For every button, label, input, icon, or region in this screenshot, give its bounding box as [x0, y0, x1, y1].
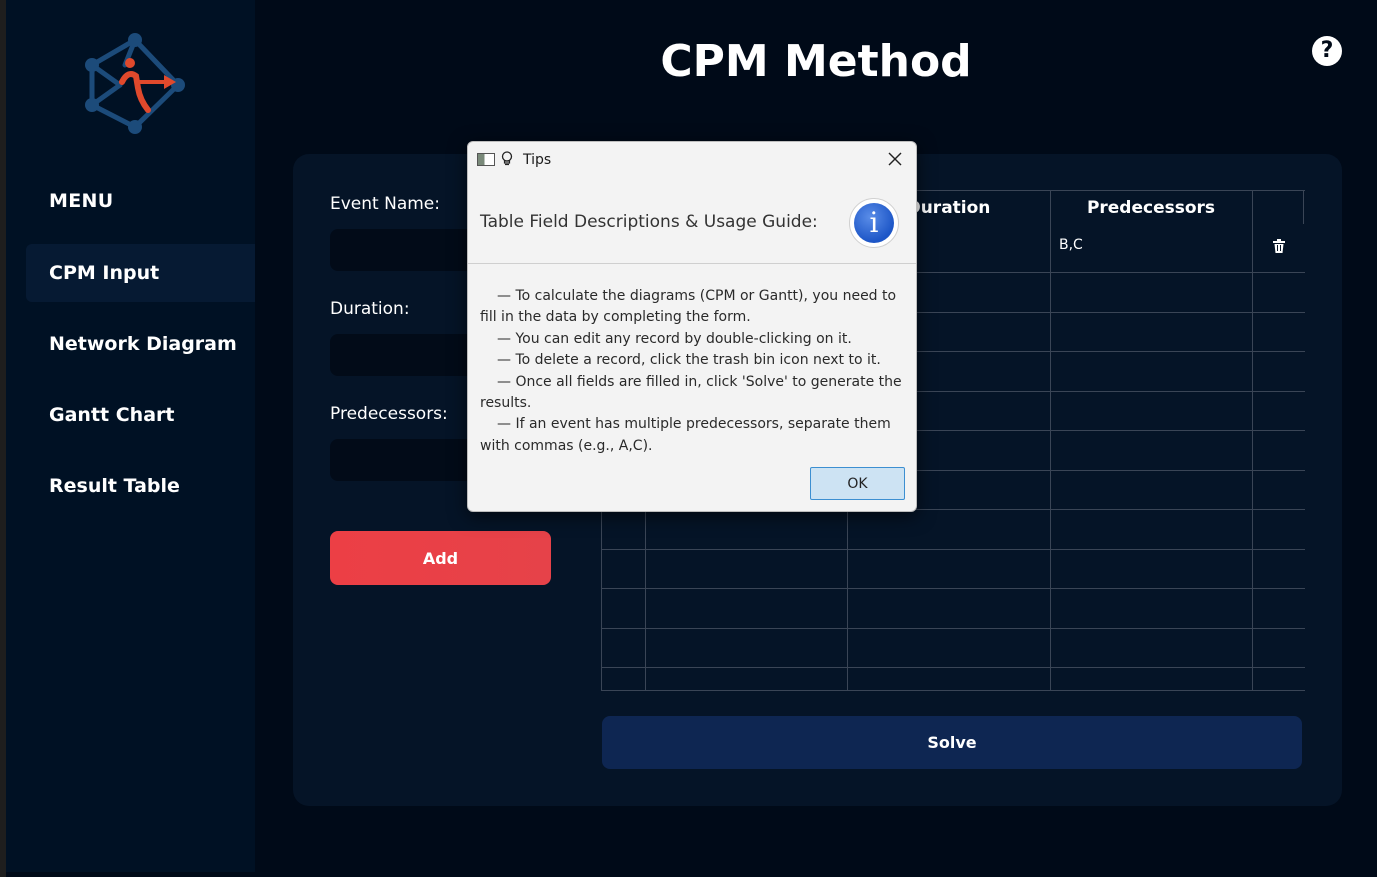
event-name-label: Event Name:	[330, 194, 440, 214]
duration-label: Duration:	[330, 299, 410, 319]
tip-line: — To calculate the diagrams (CPM or Gant…	[480, 288, 897, 326]
tip-line: — Once all fields are filled in, click '…	[480, 373, 902, 412]
sidebar: MENU CPM Input Network Diagram Gantt Cha…	[6, 0, 255, 872]
lightbulb-icon	[501, 151, 513, 170]
table-divider	[1303, 190, 1304, 224]
menu-title: MENU	[49, 190, 114, 212]
table-row-divider	[601, 588, 1305, 589]
table-row-divider	[601, 628, 1305, 629]
solve-button[interactable]: Solve	[602, 716, 1302, 769]
table-divider	[1050, 190, 1051, 691]
sidebar-item-cpm-input[interactable]: CPM Input	[26, 244, 255, 302]
column-header-predecessors[interactable]: Predecessors	[1050, 198, 1252, 218]
tip-line: — To delete a record, click the trash bi…	[497, 352, 881, 369]
info-icon: i	[849, 198, 899, 248]
trash-icon[interactable]	[1273, 239, 1285, 257]
app-logo	[85, 33, 185, 134]
sidebar-item-result-table[interactable]: Result Table	[26, 457, 255, 515]
add-button[interactable]: Add	[330, 531, 551, 585]
ok-button[interactable]: OK	[810, 467, 905, 500]
cell-predecessors: B,C	[1059, 237, 1083, 253]
dialog-body: — To calculate the diagrams (CPM or Gant…	[480, 286, 908, 457]
table-row-divider	[601, 690, 1305, 691]
page-title: CPM Method	[660, 36, 972, 87]
tip-line: — If an event has multiple predecessors,…	[480, 416, 891, 454]
table-row-divider	[601, 549, 1305, 550]
table-divider	[1252, 190, 1253, 691]
predecessors-label: Predecessors:	[330, 404, 448, 424]
dialog-titlebar[interactable]: Tips	[468, 142, 916, 178]
window-icon	[477, 153, 495, 166]
tips-dialog: Tips Table Field Descriptions & Usage Gu…	[467, 141, 917, 512]
sidebar-item-network-diagram[interactable]: Network Diagram	[26, 315, 255, 373]
info-icon-glyph: i	[854, 203, 894, 243]
help-icon[interactable]: ?	[1312, 36, 1342, 66]
dialog-header-text: Table Field Descriptions & Usage Guide:	[480, 212, 818, 232]
tip-line: — You can edit any record by double-clic…	[497, 330, 852, 347]
close-icon[interactable]	[888, 148, 902, 170]
sidebar-item-gantt-chart[interactable]: Gantt Chart	[26, 386, 255, 444]
table-row-divider	[601, 667, 1305, 668]
dialog-title: Tips	[523, 152, 552, 168]
